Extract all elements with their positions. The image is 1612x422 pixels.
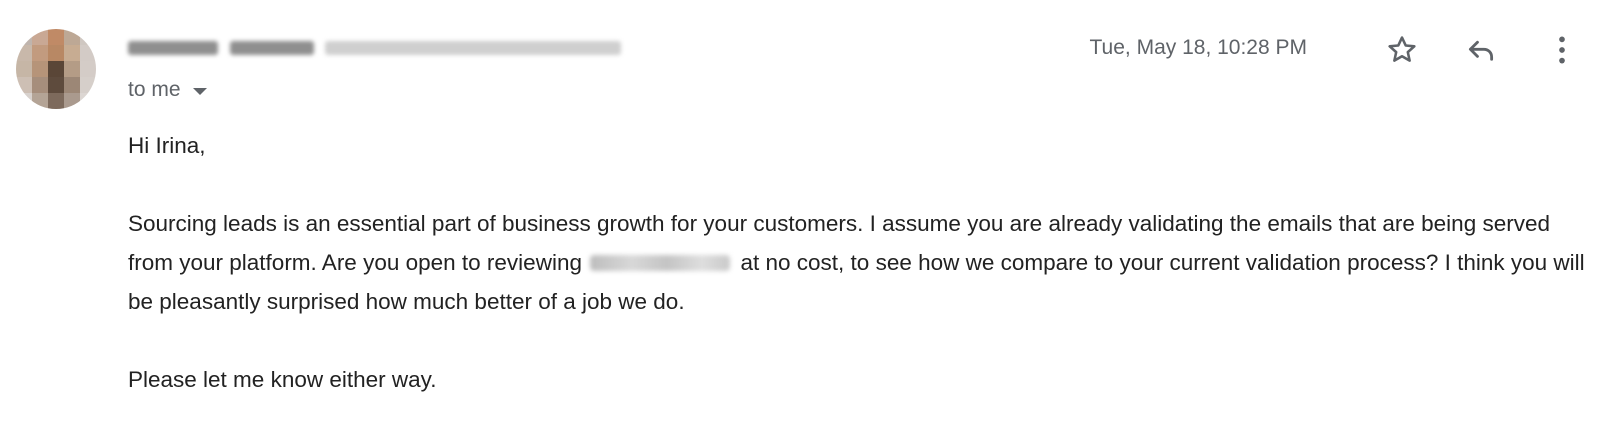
reply-icon — [1468, 40, 1494, 61]
star-button[interactable] — [1382, 30, 1422, 70]
sender-avatar[interactable] — [16, 29, 96, 109]
star-outline-icon — [1388, 36, 1416, 62]
sender-email-redacted — [324, 41, 621, 55]
caret-down-icon — [192, 87, 207, 95]
product-name-redacted — [590, 255, 731, 271]
sender-name-redacted — [128, 41, 218, 55]
sender-redacted[interactable] — [128, 36, 628, 60]
more-vertical-icon — [1559, 36, 1565, 64]
recipient-details-toggle[interactable]: to me — [128, 78, 207, 102]
email-date: Tue, May 18, 10:28 PM — [1089, 36, 1308, 59]
email-paragraph-1: Sourcing leads is an essential part of b… — [128, 204, 1588, 321]
more-options-button[interactable] — [1542, 30, 1582, 70]
email-paragraph-2: Please let me know either way. — [128, 367, 437, 392]
recipient-label: to me — [128, 78, 181, 101]
reply-button[interactable] — [1461, 30, 1501, 70]
sender-surname-redacted — [230, 41, 315, 55]
email-greeting: Hi Irina, — [128, 133, 206, 158]
email-body: Hi Irina, Sourcing leads is an essential… — [128, 126, 1588, 399]
